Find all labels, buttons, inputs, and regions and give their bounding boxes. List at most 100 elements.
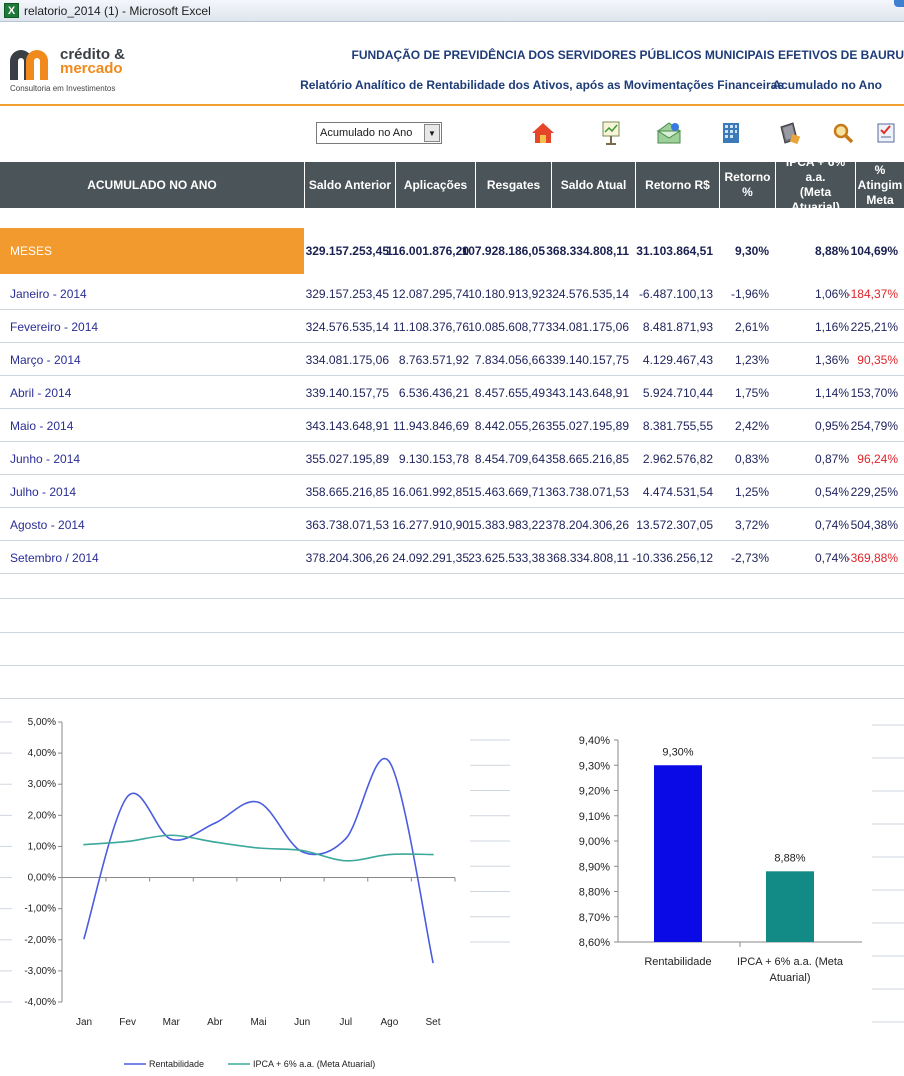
building-icon[interactable] (718, 120, 744, 146)
series-point (170, 838, 173, 841)
x-tick-label: Fev (119, 1017, 136, 1028)
checklist-icon[interactable] (873, 120, 899, 146)
row-month-label: Março - 2014 (10, 352, 81, 367)
cell-retorno-pct: -1,96% (730, 286, 769, 301)
bar-chart[interactable]: 9,40% 9,30% 9,20% 9,10% 9,00% 8,90% 8,80% 8,70%… (470, 705, 904, 1025)
series-point (83, 937, 85, 940)
y-tick-label: 9,30% (579, 760, 610, 772)
grid-line (0, 598, 904, 599)
col-header-retorno-rs: Retorno R$ (635, 162, 719, 208)
y-tick-label: -2,00% (24, 935, 56, 946)
series-point (301, 849, 303, 852)
search-icon[interactable] (830, 120, 856, 146)
cell-saldo-atual: 358.665.216,85 (545, 451, 629, 466)
x-tick-label: Jun (294, 1017, 310, 1028)
y-tick-label: 3,00% (28, 779, 56, 790)
cell-retorno-pct: 1,23% (734, 352, 769, 367)
cell-saldo-anterior: 378.204.306,26 (305, 550, 389, 565)
y-tick-label: 9,10% (579, 811, 610, 823)
cell-retorno-rs: 8.381.755,55 (642, 418, 713, 433)
line-chart-svg: 5,00% 4,00% 3,00% 2,00% 1,00% 0,00% -1,00% -2,0… (0, 717, 456, 1069)
excel-app-icon: X (4, 3, 19, 18)
row-month-label: Maio - 2014 (10, 418, 74, 433)
y-tick-label: 9,20% (579, 786, 610, 798)
window-title-bar: X relatorio_2014 (1) - Microsoft Excel (0, 0, 904, 22)
table-row[interactable]: Julho - 2014 358.665.216,85 16.061.992,85 1… (0, 475, 904, 508)
toolbar: Acumulado no Ano ▼ (0, 108, 904, 158)
grid-line (0, 698, 904, 699)
y-tick-label: 9,00% (579, 836, 610, 848)
mail-icon[interactable] (656, 120, 682, 146)
cell-retorno-rs: 8.481.871,93 (642, 319, 713, 334)
cell-resgates: 15.383.983,22 (468, 517, 545, 532)
x-tick-label: Mar (163, 1017, 181, 1028)
period-select-value: Acumulado no Ano (320, 127, 413, 139)
series-line-rentabilidade (83, 757, 434, 963)
table-row[interactable]: Abril - 2014 339.140.157,75 6.536.436,21 8.… (0, 376, 904, 409)
cell-saldo-anterior: 334.081.175,06 (305, 352, 389, 367)
row-month-label: Setembro / 2014 (10, 550, 99, 565)
x-category-label: Rentabilidade (644, 956, 711, 968)
cell-retorno-rs: 4.129.467,43 (642, 352, 713, 367)
cell-resgates: 7.834.056,66 (474, 352, 545, 367)
cell-aplicacoes: 11.108.376,76 (393, 319, 469, 334)
period-select[interactable]: Acumulado no Ano ▼ (316, 122, 442, 144)
cell-saldo-atual: 378.204.306,26 (545, 517, 629, 532)
cell-retorno-rs: 5.924.710,44 (642, 385, 713, 400)
x-tick-label: Jan (76, 1017, 92, 1028)
col-header-resgates: Resgates (475, 162, 551, 208)
cell-atingem: 90,35% (857, 352, 898, 367)
series-point (126, 795, 129, 798)
table-header: ACUMULADO NO ANO Saldo Anterior Aplicaçõ… (0, 155, 904, 214)
table-row[interactable]: Agosto - 2014 363.738.071,53 16.277.910,90… (0, 508, 904, 541)
book-icon[interactable] (776, 120, 802, 146)
series-point (344, 837, 347, 840)
bar-chart-svg: 9,40% 9,30% 9,20% 9,10% 9,00% 8,90% 8,80% 8,70%… (470, 724, 904, 1023)
row-month-label: Fevereiro - 2014 (10, 319, 99, 334)
cell-atingem: 153,70% (850, 385, 898, 400)
cell-retorno-pct: 2,61% (734, 319, 769, 334)
x-tick-label: Abr (207, 1017, 223, 1028)
line-chart[interactable]: 5,00% 4,00% 3,00% 2,00% 1,00% 0,00% -1,00% -2,0… (0, 705, 470, 1076)
total-label: MESES (0, 228, 304, 274)
cell-resgates: 8.442.055,26 (474, 418, 545, 433)
table-row[interactable]: Fevereiro - 2014 324.576.535,14 11.108.376… (0, 310, 904, 343)
total-retorno-rs: 31.103.864,51 (636, 244, 713, 258)
col-header-atingem-line1: % Atingim (857, 162, 903, 192)
cell-ipca: 0,95% (814, 418, 849, 433)
table-row[interactable]: Junho - 2014 355.027.195,89 9.130.153,78 8.… (0, 442, 904, 475)
table-row[interactable]: Março - 2014 334.081.175,06 8.763.571,92 7.… (0, 343, 904, 376)
table-row[interactable]: Maio - 2014 343.143.648,91 11.943.846,69 8.… (0, 409, 904, 442)
window-corner-button[interactable] (894, 0, 904, 7)
table-row[interactable]: Setembro / 2014 378.204.306,26 24.092.291,… (0, 541, 904, 574)
cell-aplicacoes: 12.087.295,74 (392, 286, 469, 301)
table-row[interactable]: Janeiro - 2014 329.157.253,45 12.087.295,7… (0, 277, 904, 310)
cell-saldo-atual: 324.576.535,14 (545, 286, 629, 301)
series-point (257, 801, 260, 804)
row-month-label: Agosto - 2014 (10, 517, 85, 532)
home-icon[interactable] (530, 120, 556, 146)
cell-ipca: 1,16% (814, 319, 849, 334)
cell-atingem: 96,24% (857, 451, 898, 466)
cell-ipca: 0,74% (814, 550, 849, 565)
presentation-icon[interactable] (598, 120, 624, 146)
chevron-down-icon[interactable]: ▼ (424, 124, 440, 142)
series-point (214, 822, 216, 824)
cell-resgates: 8.454.709,64 (474, 451, 545, 466)
x-tick-label: Jul (339, 1017, 352, 1028)
y-tick-label: -4,00% (24, 997, 56, 1008)
cell-retorno-rs: -10.336.256,12 (632, 550, 713, 565)
total-saldo-atual: 368.334.808,11 (546, 244, 629, 258)
cell-ipca: 0,87% (814, 451, 849, 466)
cell-saldo-anterior: 329.157.253,45 (305, 286, 389, 301)
total-ipca: 8,88% (814, 244, 849, 258)
col-header-ipca: IPCA + 6% a.a. (Meta Atuarial) (775, 155, 855, 214)
cell-atingem: -184,37% (846, 286, 898, 301)
col-header-saldo-anterior: Saldo Anterior (304, 162, 395, 208)
cell-atingem: -369,88% (846, 550, 898, 565)
cell-retorno-rs: 4.474.531,54 (642, 484, 713, 499)
col-header-ipca-line1: IPCA + 6% a.a. (785, 155, 846, 184)
legend-label: Rentabilidade (149, 1059, 204, 1069)
cell-saldo-anterior: 358.665.216,85 (305, 484, 389, 499)
report-header: crédito & mercado Consultoria em Investi… (0, 22, 904, 106)
